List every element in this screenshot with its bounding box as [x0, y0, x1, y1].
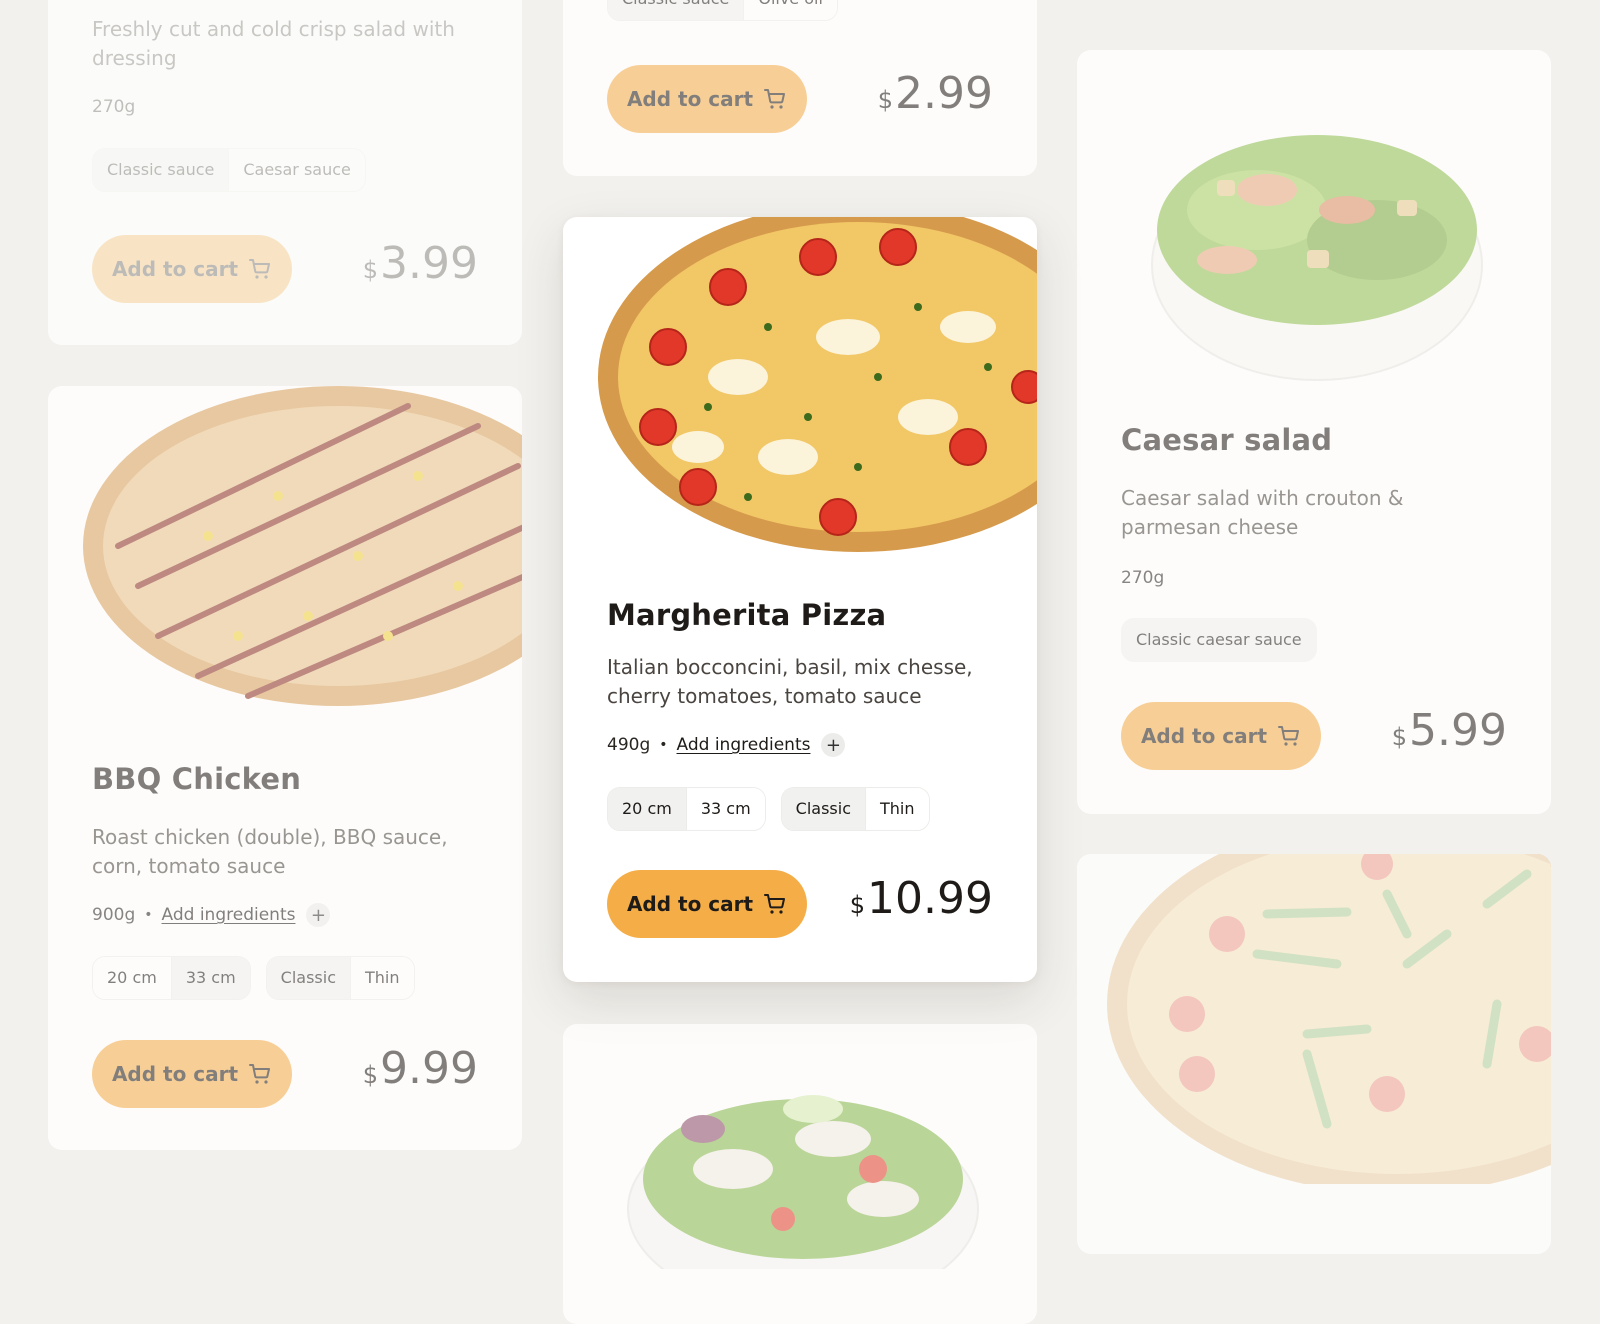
- sauce-selector: Classic sauce Olive oil: [607, 0, 838, 21]
- product-description: Freshly cut and cold crisp salad with dr…: [92, 17, 455, 70]
- option-crust-classic[interactable]: Classic: [781, 788, 865, 830]
- add-to-cart-button[interactable]: Add to cart: [1121, 702, 1321, 770]
- product-title: Caesar salad: [1121, 423, 1333, 457]
- currency-symbol: $: [1391, 723, 1408, 751]
- weight-label: 270g: [1121, 568, 1165, 588]
- product-price: $ 9.99: [363, 1043, 478, 1094]
- plus-icon[interactable]: +: [821, 733, 846, 757]
- currency-symbol: $: [362, 256, 379, 284]
- option-size-33[interactable]: 33 cm: [685, 788, 765, 830]
- caesar-salad-photo: [1151, 135, 1483, 381]
- shopping-cart-icon: [763, 87, 787, 111]
- add-to-cart-label: Add to cart: [626, 892, 754, 916]
- separator-dot: •: [144, 907, 153, 923]
- add-to-cart-button[interactable]: Add to cart: [92, 1040, 292, 1108]
- product-price: $ 5.99: [1392, 705, 1507, 756]
- add-to-cart-label: Add to cart: [111, 1062, 239, 1086]
- sauce-selector: Classic sauce Caesar sauce: [92, 148, 366, 192]
- option-classic-sauce[interactable]: Classic sauce: [608, 0, 744, 20]
- currency-symbol: $: [849, 891, 866, 919]
- option-size-20[interactable]: 20 cm: [608, 788, 686, 830]
- plus-icon[interactable]: +: [306, 903, 331, 927]
- product-description: Caesar salad with crouton & parmesan che…: [1121, 486, 1404, 539]
- crust-segmented-control: Classic Thin: [780, 787, 930, 831]
- price-value: 5.99: [1409, 705, 1507, 756]
- product-price: $ 2.99: [878, 68, 993, 119]
- product-description: Roast chicken (double), BBQ sauce, corn,…: [92, 825, 448, 878]
- weight-label: 490g: [607, 735, 651, 755]
- product-card-salad-top: Classic sauce Olive oil Add to cart $ 2.…: [563, 0, 1037, 176]
- shopping-cart-icon: [248, 257, 272, 281]
- product-weight: 270g: [92, 97, 135, 117]
- product-meta: 900g • Add ingredients +: [92, 903, 331, 927]
- option-classic-caesar-sauce[interactable]: Classic caesar sauce: [1121, 618, 1317, 662]
- chicken-salad-photo: [627, 1095, 979, 1269]
- shopping-cart-icon: [248, 1062, 272, 1086]
- product-meta: 490g • Add ingredients +: [607, 733, 846, 757]
- option-size-33[interactable]: 33 cm: [170, 957, 250, 999]
- product-title: BBQ Chicken: [92, 762, 302, 796]
- price-value: 3.99: [380, 238, 478, 289]
- size-segmented-control: 20 cm 33 cm: [92, 956, 251, 1000]
- product-price: $ 3.99: [363, 238, 478, 289]
- product-card-fresh-salad: Freshly cut and cold crisp salad with dr…: [48, 0, 522, 345]
- product-price: $ 10.99: [850, 873, 993, 924]
- product-card-salad-bottom: [563, 1024, 1037, 1324]
- price-value: 9.99: [380, 1043, 478, 1094]
- product-card-caesar-salad: Caesar salad Caesar salad with crouton &…: [1077, 50, 1551, 814]
- add-to-cart-label: Add to cart: [1140, 724, 1268, 748]
- product-weight: 270g: [1121, 568, 1164, 588]
- shopping-cart-icon: [1277, 724, 1301, 748]
- option-olive-oil[interactable]: Olive oil: [743, 0, 837, 20]
- add-to-cart-label: Add to cart: [111, 257, 239, 281]
- option-crust-thin[interactable]: Thin: [865, 788, 929, 830]
- shopping-cart-icon: [763, 892, 787, 916]
- product-card-bbq-chicken: BBQ Chicken Roast chicken (double), BBQ …: [48, 386, 522, 1150]
- option-size-20[interactable]: 20 cm: [93, 957, 171, 999]
- add-to-cart-button[interactable]: Add to cart: [92, 235, 292, 303]
- option-classic-sauce[interactable]: Classic sauce: [93, 149, 229, 191]
- sauce-segmented-control: Classic sauce Caesar sauce: [92, 148, 366, 192]
- margherita-pizza-photo: [598, 217, 1037, 552]
- option-crust-classic[interactable]: Classic: [266, 957, 350, 999]
- add-to-cart-button[interactable]: Add to cart: [607, 65, 807, 133]
- pizza-options: 20 cm 33 cm Classic Thin: [92, 956, 415, 1000]
- asparagus-pizza-photo: [1107, 854, 1551, 1184]
- sauce-segmented-control: Classic sauce Olive oil: [607, 0, 838, 21]
- add-ingredients-link[interactable]: Add ingredients: [162, 905, 296, 925]
- add-to-cart-button[interactable]: Add to cart: [607, 870, 807, 938]
- product-description: Italian bocconcini, basil, mix chesse, c…: [607, 655, 973, 708]
- product-card-margherita: Margherita Pizza Italian bocconcini, bas…: [563, 217, 1037, 982]
- bbq-chicken-pizza-photo: [83, 386, 522, 706]
- product-title: Margherita Pizza: [607, 598, 887, 632]
- size-segmented-control: 20 cm 33 cm: [607, 787, 766, 831]
- option-caesar-sauce[interactable]: Caesar sauce: [228, 149, 365, 191]
- separator-dot: •: [659, 737, 668, 753]
- weight-label: 270g: [92, 97, 136, 117]
- option-crust-thin[interactable]: Thin: [350, 957, 414, 999]
- price-value: 2.99: [895, 68, 993, 119]
- product-card-asparagus-pizza: [1077, 854, 1551, 1254]
- currency-symbol: $: [362, 1061, 379, 1089]
- price-value: 10.99: [867, 873, 993, 924]
- add-ingredients-link[interactable]: Add ingredients: [677, 735, 811, 755]
- add-to-cart-label: Add to cart: [626, 87, 754, 111]
- crust-segmented-control: Classic Thin: [265, 956, 415, 1000]
- currency-symbol: $: [877, 86, 894, 114]
- weight-label: 900g: [92, 905, 136, 925]
- pizza-options: 20 cm 33 cm Classic Thin: [607, 787, 930, 831]
- sauce-selector: Classic caesar sauce: [1121, 618, 1317, 662]
